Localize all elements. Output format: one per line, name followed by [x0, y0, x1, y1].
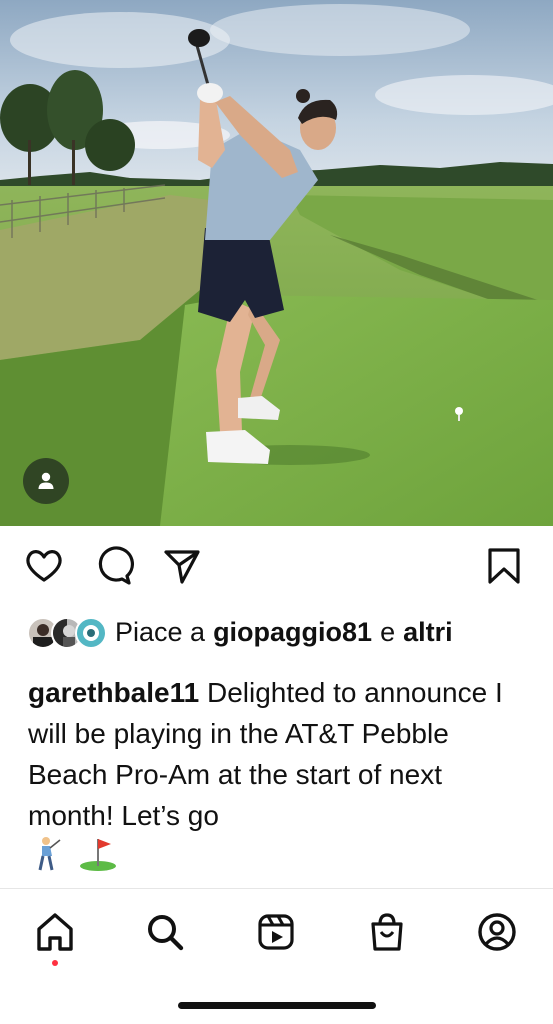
avatar: [75, 617, 107, 649]
reels-icon: [258, 914, 294, 950]
bottom-nav: [0, 904, 553, 964]
share-button[interactable]: [160, 544, 204, 588]
comment-icon: [98, 546, 134, 585]
search-icon: [148, 915, 184, 951]
comment-button[interactable]: [92, 544, 136, 588]
post-actions: [0, 544, 553, 592]
likes-joiner: e: [380, 616, 396, 647]
nav-reels[interactable]: [251, 904, 301, 960]
bookmark-icon: [488, 548, 520, 584]
paper-plane-icon: [164, 550, 200, 584]
nav-search[interactable]: [140, 904, 190, 960]
shop-icon: [371, 913, 403, 951]
profile-icon: [478, 913, 516, 951]
person-icon: [38, 472, 54, 489]
flag-in-hole-emoji: [78, 836, 118, 877]
post-caption: garethbale11 Delighted to announce I wil…: [28, 672, 528, 836]
caption-username[interactable]: garethbale11: [28, 677, 199, 708]
heart-icon: [26, 550, 62, 582]
tagged-people-button[interactable]: [23, 458, 69, 504]
golfer-emoji: [30, 836, 64, 877]
nav-divider: [0, 888, 553, 889]
golf-photo: [0, 0, 553, 526]
likes-prefix: Piace a: [115, 616, 206, 647]
nav-home[interactable]: [30, 904, 80, 960]
nav-profile[interactable]: [472, 904, 522, 960]
liker-avatars: [27, 616, 107, 649]
home-icon: [37, 913, 73, 951]
liker-username[interactable]: giopaggio81: [213, 617, 372, 648]
likes-summary[interactable]: Piace a giopaggio81 e altri: [27, 612, 453, 652]
likes-others[interactable]: altri: [403, 617, 453, 648]
post-image[interactable]: [0, 0, 553, 526]
notification-dot: [52, 960, 58, 966]
like-button[interactable]: [22, 544, 66, 588]
save-button[interactable]: [482, 544, 526, 588]
caption-emojis: [30, 836, 118, 876]
home-indicator[interactable]: [178, 1002, 376, 1009]
nav-shop[interactable]: [362, 904, 412, 960]
